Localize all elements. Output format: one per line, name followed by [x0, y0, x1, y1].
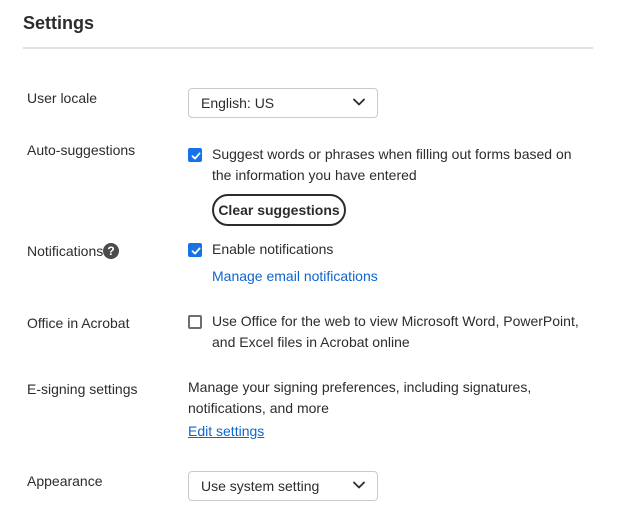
- auto-suggestions-text-line1: Suggest words or phrases when filling ou…: [212, 146, 572, 162]
- appearance-value: Use system setting: [201, 478, 320, 494]
- e-signing-settings-label: E-signing settings: [27, 381, 138, 397]
- chevron-down-icon: [353, 98, 365, 106]
- manage-email-notifications-link[interactable]: Manage email notifications: [212, 268, 378, 284]
- edit-settings-link[interactable]: Edit settings: [188, 423, 264, 439]
- auto-suggestions-label: Auto-suggestions: [27, 142, 136, 158]
- appearance-select[interactable]: Use system setting: [188, 471, 378, 501]
- e-signing-description-line2: notifications, and more: [188, 400, 329, 416]
- page-title: Settings: [23, 13, 95, 33]
- user-locale-label: User locale: [27, 90, 98, 106]
- office-in-acrobat-text-line2: and Excel files in Acrobat online: [212, 334, 410, 350]
- enable-notifications-checkbox[interactable]: [188, 243, 202, 257]
- clear-suggestions-button[interactable]: Clear suggestions: [212, 194, 346, 226]
- office-in-acrobat-checkbox[interactable]: [188, 315, 202, 329]
- appearance-label: Appearance: [27, 473, 103, 489]
- checkmark-icon: [191, 247, 201, 255]
- office-in-acrobat-label: Office in Acrobat: [27, 315, 130, 331]
- user-locale-select[interactable]: English: US: [188, 88, 378, 118]
- auto-suggestions-text-line2: the information you have entered: [212, 167, 417, 183]
- chevron-down-icon: [353, 481, 365, 489]
- checkmark-icon: [191, 152, 201, 160]
- enable-notifications-label: Enable notifications: [212, 241, 334, 257]
- e-signing-description-line1: Manage your signing preferences, includi…: [188, 379, 532, 395]
- user-locale-value: English: US: [201, 95, 275, 111]
- notifications-label: Notifications: [27, 243, 104, 259]
- office-in-acrobat-text-line1: Use Office for the web to view Microsoft…: [212, 313, 579, 329]
- help-icon[interactable]: ?: [103, 243, 119, 259]
- auto-suggestions-checkbox[interactable]: [188, 148, 202, 162]
- header-divider: [23, 47, 593, 49]
